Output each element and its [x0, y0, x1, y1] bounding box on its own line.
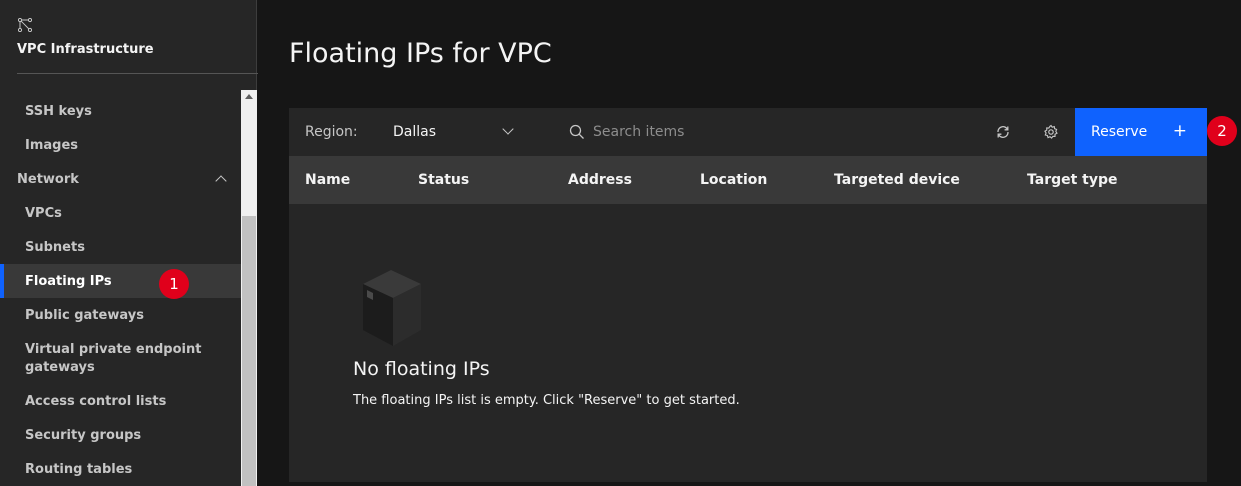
- empty-state-title: No floating IPs: [353, 358, 490, 380]
- sidebar-item-acls[interactable]: Access control lists: [0, 384, 241, 418]
- sidebar-scrollbar[interactable]: [241, 90, 257, 486]
- column-header-location[interactable]: Location: [700, 172, 767, 188]
- sidebar-item-routing-tables[interactable]: Routing tables: [0, 452, 241, 486]
- sidebar-item-ssh-keys[interactable]: SSH keys: [0, 94, 241, 128]
- sidebar-item-label: Floating IPs: [25, 273, 112, 289]
- box-icon: [363, 270, 421, 346]
- refresh-button[interactable]: [979, 108, 1027, 156]
- chevron-up-icon: [215, 175, 227, 187]
- sidebar-item-label: Images: [25, 137, 79, 153]
- refresh-icon: [997, 126, 1009, 138]
- region-dropdown[interactable]: Dallas: [393, 124, 436, 140]
- search-icon: [569, 124, 584, 139]
- empty-state: No floating IPs The floating IPs list is…: [289, 204, 1207, 482]
- sidebar-title: VPC Infrastructure: [17, 42, 154, 57]
- sidebar-item-floating-ips[interactable]: Floating IPs: [0, 264, 241, 298]
- sidebar-item-label: Subnets: [25, 239, 85, 255]
- table-toolbar: Region: Dallas Reserve +: [289, 108, 1207, 156]
- table-header: Name Status Address Location Targeted de…: [289, 156, 1207, 204]
- chevron-down-icon[interactable]: [502, 123, 514, 135]
- column-header-status[interactable]: Status: [418, 172, 469, 188]
- sidebar-item-subnets[interactable]: Subnets: [0, 230, 241, 264]
- sidebar: VPC Infrastructure SSH keys Images Netwo…: [0, 0, 258, 486]
- sidebar-group-network[interactable]: Network: [0, 162, 241, 196]
- sidebar-item-label: Security groups: [25, 427, 142, 443]
- settings-button[interactable]: [1027, 108, 1075, 156]
- scroll-up-arrow-icon[interactable]: [245, 94, 253, 99]
- vpc-network-icon: [18, 18, 32, 32]
- search-input[interactable]: [593, 120, 973, 144]
- sidebar-item-label: Public gateways: [25, 307, 144, 323]
- annotation-badge-1: 1: [159, 269, 189, 299]
- annotation-badge-2: 2: [1207, 116, 1237, 146]
- sidebar-item-label: VPCs: [25, 205, 62, 221]
- empty-state-text: The floating IPs list is empty. Click "R…: [353, 393, 740, 408]
- plus-icon: +: [1172, 121, 1187, 141]
- sidebar-item-images[interactable]: Images: [0, 128, 241, 162]
- column-header-target-type[interactable]: Target type: [1027, 172, 1118, 188]
- sidebar-item-security-groups[interactable]: Security groups: [0, 418, 241, 452]
- column-header-name[interactable]: Name: [305, 172, 350, 188]
- reserve-label: Reserve: [1091, 124, 1148, 140]
- scrollbar-thumb[interactable]: [242, 216, 256, 486]
- sidebar-item-public-gateways[interactable]: Public gateways: [0, 298, 241, 332]
- sidebar-item-vpe-gateways[interactable]: Virtual private endpoint gateways: [0, 334, 241, 384]
- sidebar-item-label: Virtual private endpoint gateways: [25, 342, 202, 375]
- sidebar-item-label: Network: [17, 171, 79, 187]
- page-title: Floating IPs for VPC: [289, 38, 552, 69]
- region-label: Region:: [305, 124, 358, 140]
- column-header-targeted-device[interactable]: Targeted device: [834, 172, 960, 188]
- sidebar-item-label: Access control lists: [25, 393, 167, 409]
- sidebar-item-label: SSH keys: [25, 103, 92, 119]
- column-header-address[interactable]: Address: [568, 172, 632, 188]
- sidebar-item-vpcs[interactable]: VPCs: [0, 196, 241, 230]
- gear-icon: [1044, 124, 1058, 139]
- reserve-button[interactable]: Reserve +: [1075, 108, 1207, 156]
- sidebar-item-label: Routing tables: [25, 461, 133, 477]
- sidebar-header: VPC Infrastructure: [17, 0, 258, 74]
